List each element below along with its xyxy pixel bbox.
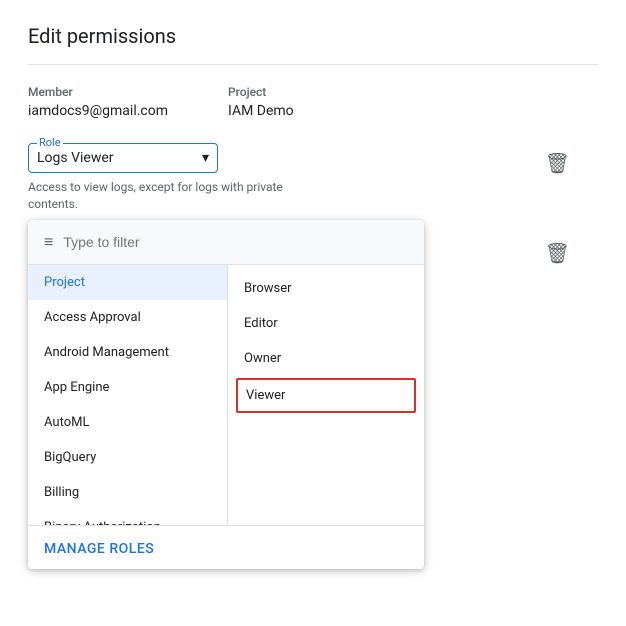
filter-input[interactable]: [63, 234, 408, 250]
filter-icon: ≡: [44, 232, 53, 252]
project-value: IAM Demo: [228, 103, 294, 119]
left-item-automl[interactable]: AutoML: [28, 405, 227, 440]
left-item-billing[interactable]: Billing: [28, 475, 227, 510]
right-column: Browser Editor Owner Viewer: [228, 265, 424, 525]
page-title: Edit permissions: [28, 24, 598, 65]
page-container: Edit permissions Member iamdocs9@gmail.c…: [0, 0, 626, 626]
role-select-dropdown[interactable]: Logs Viewer ▾: [37, 146, 209, 166]
member-field-group: Member iamdocs9@gmail.com: [28, 85, 168, 119]
right-item-browser[interactable]: Browser: [228, 271, 424, 306]
left-item-app-engine[interactable]: App Engine: [28, 370, 227, 405]
left-item-android-management[interactable]: Android Management: [28, 335, 227, 370]
selected-role-text: Logs Viewer: [37, 150, 114, 166]
filter-row: ≡: [28, 220, 424, 265]
member-project-row: Member iamdocs9@gmail.com Project IAM De…: [28, 85, 598, 119]
role-field-wrapper: Role Logs Viewer ▾ Access to view logs, …: [28, 143, 328, 213]
left-item-bigquery[interactable]: BigQuery: [28, 440, 227, 475]
member-value: iamdocs9@gmail.com: [28, 103, 168, 119]
right-item-editor[interactable]: Editor: [228, 306, 424, 341]
first-role-row: Role Logs Viewer ▾ Access to view logs, …: [28, 143, 598, 213]
right-item-viewer[interactable]: Viewer: [236, 378, 416, 413]
left-column: Project Access Approval Android Manageme…: [28, 265, 228, 525]
project-field-group: Project IAM Demo: [228, 85, 294, 119]
member-label: Member: [28, 85, 168, 99]
role-field-label: Role: [37, 136, 63, 149]
project-label: Project: [228, 85, 294, 99]
role-dropdown-panel: ≡ Project Access Approval Android Manage…: [28, 220, 424, 569]
role-description: Access to view logs, except for logs wit…: [28, 179, 308, 213]
delete-role-2-button[interactable]: 🗑: [545, 241, 570, 265]
left-item-binary-authorization[interactable]: Binary Authorization: [28, 510, 227, 525]
manage-roles-footer: MANAGE ROLES: [28, 525, 424, 569]
manage-roles-link[interactable]: MANAGE ROLES: [44, 541, 154, 557]
right-item-owner[interactable]: Owner: [228, 341, 424, 376]
left-item-project[interactable]: Project: [28, 265, 227, 300]
dropdown-lists: Project Access Approval Android Manageme…: [28, 265, 424, 525]
delete-role-1-button[interactable]: 🗑: [545, 151, 570, 175]
left-item-access-approval[interactable]: Access Approval: [28, 300, 227, 335]
dropdown-arrow-icon: ▾: [202, 150, 209, 166]
